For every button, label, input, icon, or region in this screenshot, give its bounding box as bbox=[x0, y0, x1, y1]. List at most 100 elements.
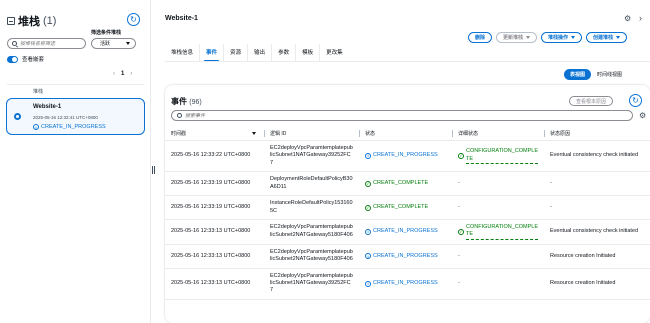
detect-root-cause-button[interactable]: 查看根本原因 bbox=[569, 96, 614, 106]
column-header-detailed-status[interactable]: 详细状态 bbox=[452, 127, 544, 141]
tab-parameters[interactable]: 参数 bbox=[272, 44, 297, 62]
info-icon: i bbox=[365, 153, 371, 160]
column-header-timestamp[interactable]: 时间戳 bbox=[165, 127, 264, 141]
status-filter-select[interactable]: 活跃 bbox=[91, 38, 136, 49]
column-header-status-reason[interactable]: 状态原因 bbox=[544, 127, 650, 141]
column-header-status[interactable]: 状态 bbox=[359, 127, 452, 141]
timestamp-cell: 2025-05-16 12:33:19 UTC+0800 bbox=[165, 171, 264, 197]
stack-search-field[interactable] bbox=[7, 38, 86, 49]
tab-outputs[interactable]: 输出 bbox=[248, 44, 273, 62]
next-page-icon[interactable]: › bbox=[130, 71, 132, 77]
info-icon: i bbox=[365, 280, 371, 287]
stack-detail: Website-1 ⚙ › 删除 更新堆栈 堆栈操作 创建堆栈 堆栈信息 事件 … bbox=[158, 0, 650, 323]
chevron-down-icon bbox=[126, 42, 130, 45]
refresh-icon: ↻ bbox=[632, 96, 639, 105]
filter-status-label: 筛选条件堆栈 bbox=[91, 30, 122, 36]
stacks-panel: 堆栈 (1) ↻ 筛选条件堆栈 活跃 查看嵌套 ‹ 1 › 堆栈 Website… bbox=[0, 0, 151, 323]
tab-change-sets[interactable]: 更改集 bbox=[320, 44, 349, 62]
delete-button[interactable]: 删除 bbox=[468, 32, 493, 43]
detailed-status-cell[interactable]: ✓ CONFIGURATION_COMPLETE bbox=[458, 224, 538, 240]
stack-actions-button[interactable]: 堆栈操作 bbox=[541, 32, 583, 43]
status-cell: i CREATE_IN_PROGRESS bbox=[359, 219, 452, 245]
status-reason-cell: Resource creation Initiated bbox=[544, 244, 650, 269]
stack-column-header: 堆栈 bbox=[33, 89, 44, 95]
current-page[interactable]: 1 bbox=[121, 71, 124, 77]
table-preferences-gear-icon[interactable]: ⚙ bbox=[639, 111, 646, 120]
chevron-right-icon[interactable]: › bbox=[639, 13, 642, 23]
timeline-view-button[interactable]: 时间线视图 bbox=[591, 69, 628, 80]
column-header-logical-id[interactable]: 逻辑 ID bbox=[264, 127, 359, 141]
stack-search-input[interactable] bbox=[20, 40, 82, 47]
detailed-status-cell: - bbox=[458, 203, 460, 210]
check-circle-icon: ✓ bbox=[458, 153, 464, 160]
previous-page-icon[interactable]: ‹ bbox=[113, 71, 115, 77]
stack-list-item[interactable]: Website-1 2025-05-16 12:32:41 UTC+0800 i… bbox=[6, 98, 145, 135]
stacks-title-text: 堆栈 bbox=[18, 16, 40, 28]
search-icon bbox=[12, 41, 17, 46]
status-reason-cell: - bbox=[544, 171, 650, 197]
timestamp-cell: 2025-05-16 12:33:13 UTC+0800 bbox=[165, 219, 264, 245]
tab-resources[interactable]: 资源 bbox=[224, 44, 249, 62]
table-row: 2025-05-16 12:33:13 UTC+0800 EC2deployVp… bbox=[165, 244, 650, 269]
tab-stack-info[interactable]: 堆栈信息 bbox=[165, 44, 201, 62]
detail-tabs: 堆栈信息 事件 资源 输出 参数 模板 更改集 bbox=[165, 44, 349, 62]
timestamp-cell: 2025-05-16 12:33:13 UTC+0800 bbox=[165, 244, 264, 269]
table-row: 2025-05-16 12:33:13 UTC+0800 EC2deployVp… bbox=[165, 268, 650, 300]
create-stack-button[interactable]: 创建堆栈 bbox=[586, 32, 628, 43]
stacks-count: (1) bbox=[43, 15, 57, 27]
stacks-panel-title: 堆栈 (1) bbox=[7, 13, 56, 29]
info-icon: i bbox=[365, 228, 371, 235]
status-reason-cell: - bbox=[544, 195, 650, 220]
status-cell: i CREATE_IN_PROGRESS bbox=[359, 140, 452, 173]
events-search-field[interactable] bbox=[171, 110, 633, 121]
info-icon: i bbox=[33, 124, 39, 130]
check-circle-icon: ✓ bbox=[365, 204, 371, 211]
logical-id-cell: InstanceRoleDefaultPolicy1531605C bbox=[264, 195, 359, 220]
status-reason-cell: Resource creation Initiated bbox=[544, 268, 650, 300]
status-reason-cell: Eventual consistency check initiated bbox=[544, 140, 650, 173]
events-search-input[interactable] bbox=[185, 112, 485, 119]
view-toggle: 表视图 时间线视图 bbox=[564, 69, 628, 80]
nested-toggle-row: 查看嵌套 bbox=[7, 55, 44, 63]
detailed-status-cell: - bbox=[458, 179, 460, 186]
stack-status: i CREATE_IN_PROGRESS bbox=[33, 124, 106, 130]
refresh-events-button[interactable]: ↻ bbox=[629, 94, 642, 107]
status-cell: i CREATE_IN_PROGRESS bbox=[359, 244, 452, 269]
table-view-button[interactable]: 表视图 bbox=[564, 69, 592, 80]
detailed-status-cell: - bbox=[458, 280, 460, 287]
check-circle-icon: ✓ bbox=[365, 180, 371, 187]
update-stack-button[interactable]: 更新堆栈 bbox=[496, 32, 538, 43]
tab-template[interactable]: 模板 bbox=[296, 44, 321, 62]
page-title: Website-1 bbox=[165, 15, 198, 22]
chevron-down-icon bbox=[571, 36, 576, 39]
panel-resize-handle[interactable] bbox=[151, 166, 156, 176]
search-icon bbox=[177, 113, 182, 118]
logical-id-cell: EC2deployVpcParamtemplatepublicSubnet2NA… bbox=[264, 244, 359, 269]
events-count: (96) bbox=[189, 99, 202, 106]
tab-events[interactable]: 事件 bbox=[200, 44, 225, 62]
table-row: 2025-05-16 12:33:22 UTC+0800 EC2deployVp… bbox=[165, 140, 650, 173]
view-nested-toggle[interactable] bbox=[7, 55, 18, 63]
sort-caret-icon[interactable] bbox=[252, 131, 256, 137]
settings-gear-icon[interactable]: ⚙ bbox=[624, 14, 631, 23]
logical-id-cell: EC2deployVpcParamtemplatepublicSubnet1NA… bbox=[264, 268, 359, 300]
divider bbox=[7, 84, 144, 85]
stack-action-buttons: 删除 更新堆栈 堆栈操作 创建堆栈 bbox=[468, 32, 628, 43]
stack-status-text: CREATE_IN_PROGRESS bbox=[41, 124, 106, 130]
stack-name-link[interactable]: Website-1 bbox=[33, 104, 61, 110]
events-title: 事件 (96) bbox=[171, 97, 202, 106]
status-filter-value: 活跃 bbox=[100, 41, 111, 47]
detailed-status-cell[interactable]: ✓ CONFIGURATION_COMPLETE bbox=[458, 148, 538, 165]
chevron-down-icon bbox=[526, 36, 531, 39]
info-icon: i bbox=[365, 253, 371, 260]
collapse-panel-icon[interactable] bbox=[7, 17, 15, 25]
table-row: 2025-05-16 12:33:19 UTC+0800 InstanceRol… bbox=[165, 195, 650, 220]
stack-radio-selected[interactable] bbox=[14, 113, 21, 120]
refresh-stacks-button[interactable]: ↻ bbox=[127, 13, 140, 26]
status-cell: ✓ CREATE_COMPLETE bbox=[359, 171, 452, 197]
status-cell: ✓ CREATE_COMPLETE bbox=[359, 195, 452, 220]
status-cell: i CREATE_IN_PROGRESS bbox=[359, 268, 452, 300]
refresh-icon: ↻ bbox=[130, 14, 137, 24]
timestamp-cell: 2025-05-16 12:33:22 UTC+0800 bbox=[165, 140, 264, 173]
chevron-down-icon bbox=[616, 36, 621, 39]
